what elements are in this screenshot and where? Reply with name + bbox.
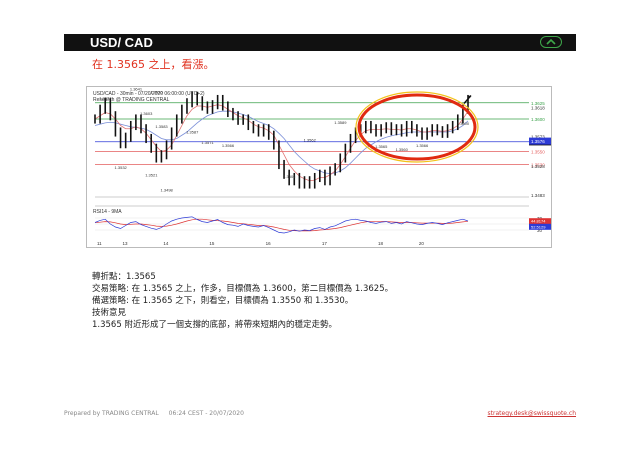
prepared-by: Prepared by TRADING CENTRAL	[64, 410, 159, 417]
level-lines: 1.36251.36001.35651.35501.3530	[95, 101, 545, 168]
rsi-panel: 70503044.817452.5129	[94, 205, 551, 234]
price-annotation: 1.3636	[150, 90, 163, 95]
alternative-text: 備選策略: 在 1.3565 之下，則看空，目標價為 1.3550 和 1.35…	[92, 296, 354, 306]
price-annotation: 1.3627	[99, 95, 112, 100]
date-label: 18	[378, 241, 384, 246]
price-tick: 1.3618	[531, 105, 545, 110]
chart-svg: USD/CAD - 30min - 07/20/2020 06:00:00 (U…	[93, 73, 551, 246]
footer-timestamp: 06:24 CEST - 20/07/2020	[168, 410, 244, 417]
rsi-badge-1: 44.8174	[531, 219, 546, 224]
date-label: 15	[209, 241, 215, 246]
chevron-up-icon	[546, 39, 556, 45]
price-chart: USD/CAD - 30min - 07/20/2020 06:00:00 (U…	[86, 73, 552, 248]
rsi-title: RSI14 - 9MA	[93, 209, 122, 215]
date-label: 11	[97, 241, 102, 246]
level-label: 1.3600	[531, 117, 545, 122]
price-annotation: 1.3565	[375, 144, 388, 149]
rsi-badge-2: 52.5129	[531, 224, 546, 229]
pivot-text: 轉折點：1.3565	[92, 272, 156, 282]
price-annotation: 1.3589	[334, 120, 347, 125]
last-price-sub-label: 1.3576	[531, 139, 545, 144]
price-tick: 1.3528	[531, 164, 545, 169]
strategy-text: 交易策略: 在 1.3565 之上，作多，目標價為 1.3600，第二目標價為 …	[92, 284, 394, 294]
price-annotation: 1.3583	[155, 124, 168, 129]
price-annotation: 1.3498	[161, 187, 174, 192]
price-tick: 1.3483	[531, 193, 545, 198]
price-annotation: 1.3532	[115, 165, 128, 170]
price-annotation: 1.3641	[130, 87, 143, 91]
footer-email-link[interactable]: strategy.desk@swissquote.ch	[488, 410, 576, 417]
price-annotation: 1.3600	[457, 121, 470, 126]
date-label: 14	[163, 241, 169, 246]
price-annotation: 1.3566	[222, 143, 235, 148]
page-title: USD/ CAD	[90, 35, 153, 50]
title-bar: USD/ CAD	[64, 34, 576, 51]
comment-text: 1.3565 附近形成了一個支撐的底部，將帶來短期內的穩定走勢。	[92, 320, 337, 330]
price-annotation: 1.3587	[186, 129, 199, 134]
price-annotation: 1.3560	[396, 147, 409, 152]
price-annotation: 1.3562	[304, 138, 317, 143]
price-annotation: 1.3571	[201, 140, 214, 145]
analysis-block: 轉折點：1.3565 交易策略: 在 1.3565 之上，作多，目標價為 1.3…	[92, 271, 393, 331]
price-annotation: 1.3506	[283, 174, 296, 179]
headline: 在 1.3565 之上，看漲。	[92, 58, 215, 71]
price-annotation: 1.3521	[145, 172, 158, 177]
price-annotation: 1.3603	[140, 111, 153, 116]
date-label: 16	[266, 241, 272, 246]
date-axis: 11 13 14 15 16 17 18 20	[97, 241, 424, 246]
date-label: 17	[322, 241, 328, 246]
level-label: 1.3550	[531, 150, 545, 155]
collapse-toggle[interactable]	[540, 36, 562, 48]
date-label: 20	[419, 241, 425, 246]
date-label: 13	[123, 241, 129, 246]
price-annotation: 1.3566	[416, 143, 429, 148]
comment-title: 技術意見	[92, 308, 127, 318]
footer-left: Prepared by TRADING CENTRAL 06:24 CEST - …	[64, 410, 244, 417]
rsi-ma-line	[94, 218, 469, 232]
